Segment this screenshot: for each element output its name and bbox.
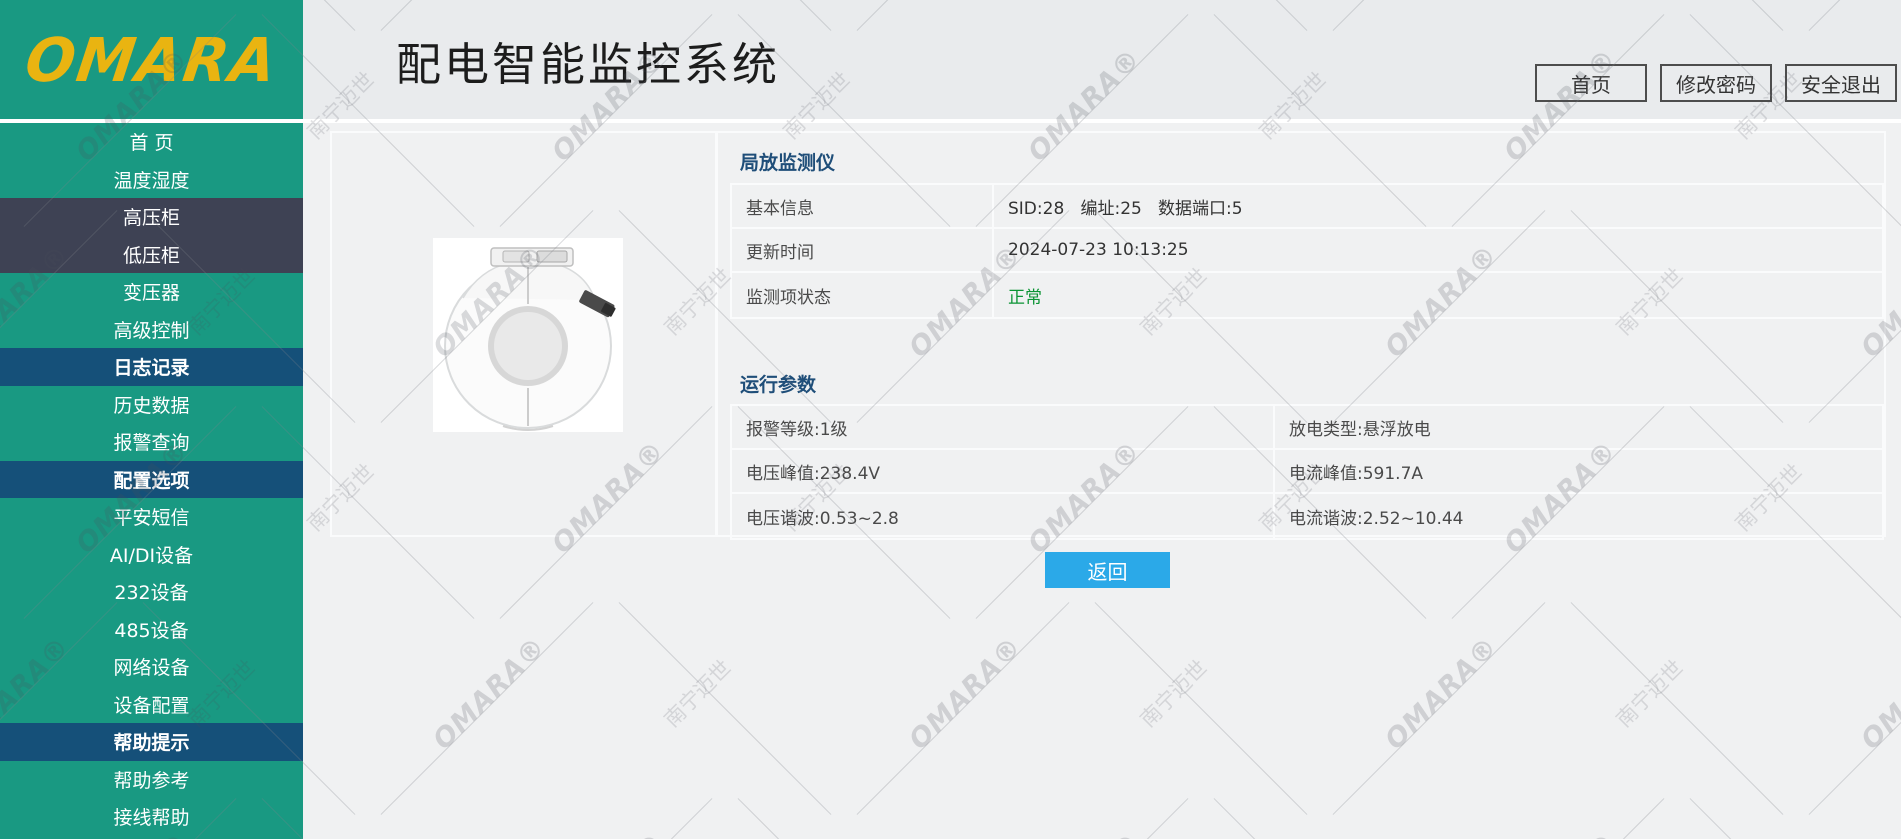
sidebar-item-advanced-control[interactable]: 高级控制 xyxy=(0,311,303,349)
panel-divider xyxy=(715,133,718,535)
sidebar-item-aidi-device[interactable]: AI/DI设备 xyxy=(0,536,303,574)
sidebar-item-temp-humidity[interactable]: 温度湿度 xyxy=(0,161,303,199)
sidebar-section-config[interactable]: 配置选项 xyxy=(0,461,303,499)
change-password-button[interactable]: 修改密码 xyxy=(1660,64,1772,102)
section-title-pd-monitor: 局放监测仪 xyxy=(740,148,835,175)
header-bar: 配电智能监控系统 首页 修改密码 安全退出 xyxy=(303,0,1901,119)
table-row: 报警等级:1级 放电类型:悬浮放电 xyxy=(732,406,1882,450)
row-label: 更新时间 xyxy=(732,229,994,271)
param-cell: 报警等级:1级 xyxy=(732,406,1275,448)
watermark-line xyxy=(738,798,951,839)
logo-text: OMARA xyxy=(21,24,282,95)
sidebar-item-transformer[interactable]: 变压器 xyxy=(0,273,303,311)
table-row: 更新时间 2024-07-23 10:13:25 xyxy=(732,229,1882,273)
watermark-line xyxy=(1095,602,1308,815)
table-row: 电压谐波:0.53~2.8 电流谐波:2.52~10.44 xyxy=(732,494,1882,538)
watermark-line xyxy=(1333,602,1546,815)
param-cell: 电压峰值:238.4V xyxy=(732,450,1275,492)
watermark-line xyxy=(1690,798,1901,839)
watermark-text-brand: OMARA® xyxy=(1855,631,1901,756)
sidebar-item-home[interactable]: 首 页 xyxy=(0,123,303,161)
sidebar-menu: 首 页 温度湿度 高压柜 低压柜 变压器 高级控制 日志记录 历史数据 报警查询… xyxy=(0,123,303,836)
sidebar-section-help[interactable]: 帮助提示 xyxy=(0,723,303,761)
ct-clamp-device-image xyxy=(433,238,623,432)
sidebar-item-hv-cabinet[interactable]: 高压柜 xyxy=(0,198,303,236)
param-cell: 电压谐波:0.53~2.8 xyxy=(732,494,1275,538)
sidebar-item-wiring-help[interactable]: 接线帮助 xyxy=(0,798,303,836)
watermark-text-brand: OMARA® xyxy=(1498,827,1623,839)
sidebar-item-device-config[interactable]: 设备配置 xyxy=(0,686,303,724)
device-detail-panel: 局放监测仪 基本信息 SID:28 编址:25 数据端口:5 更新时间 2024… xyxy=(330,131,1886,537)
status-badge: 正常 xyxy=(994,273,1882,317)
watermark-text-brand: OMARA® xyxy=(1379,631,1504,756)
row-label: 基本信息 xyxy=(732,185,994,227)
watermark-text-cn: 南宁迈世 xyxy=(1133,653,1214,734)
run-params-table: 报警等级:1级 放电类型:悬浮放电 电压峰值:238.4V 电流峰值:591.7… xyxy=(730,404,1884,540)
logo: OMARA xyxy=(0,0,303,119)
page-title: 配电智能监控系统 xyxy=(396,28,780,93)
watermark-text-brand: OMARA® xyxy=(903,631,1028,756)
watermark-line xyxy=(500,798,713,839)
row-value: 2024-07-23 10:13:25 xyxy=(994,229,1882,271)
watermark-line xyxy=(381,602,594,815)
section-title-run-params: 运行参数 xyxy=(740,370,816,397)
sidebar-item-help-reference[interactable]: 帮助参考 xyxy=(0,761,303,799)
home-button[interactable]: 首页 xyxy=(1535,64,1647,102)
table-row: 基本信息 SID:28 编址:25 数据端口:5 xyxy=(732,185,1882,229)
watermark-text-cn: 南宁迈世 xyxy=(1609,653,1690,734)
sidebar: OMARA 首 页 温度湿度 高压柜 低压柜 变压器 高级控制 日志记录 历史数… xyxy=(0,0,303,839)
sidebar-item-alarm-query[interactable]: 报警查询 xyxy=(0,423,303,461)
table-row: 电压峰值:238.4V 电流峰值:591.7A xyxy=(732,450,1882,494)
watermark-line xyxy=(857,602,1070,815)
row-label: 监测项状态 xyxy=(732,273,994,317)
sidebar-item-safety-sms[interactable]: 平安短信 xyxy=(0,498,303,536)
sidebar-item-lv-cabinet[interactable]: 低压柜 xyxy=(0,236,303,274)
watermark-line xyxy=(619,602,832,815)
param-cell: 电流峰值:591.7A xyxy=(1275,450,1882,492)
sidebar-item-232-device[interactable]: 232设备 xyxy=(0,573,303,611)
sidebar-item-network-device[interactable]: 网络设备 xyxy=(0,648,303,686)
watermark-line xyxy=(1452,798,1665,839)
watermark-line xyxy=(976,798,1189,839)
sidebar-item-485-device[interactable]: 485设备 xyxy=(0,611,303,649)
watermark-text-cn: 南宁迈世 xyxy=(657,653,738,734)
watermark-text-brand: OMARA® xyxy=(1022,827,1147,839)
watermark-text-brand: OMARA® xyxy=(427,631,552,756)
sidebar-item-history-data[interactable]: 历史数据 xyxy=(0,386,303,424)
table-row: 监测项状态 正常 xyxy=(732,273,1882,317)
row-value: SID:28 编址:25 数据端口:5 xyxy=(994,185,1882,227)
header-nav: 首页 修改密码 安全退出 xyxy=(1535,64,1897,102)
watermark-line xyxy=(1214,798,1427,839)
sidebar-section-logs[interactable]: 日志记录 xyxy=(0,348,303,386)
safe-logout-button[interactable]: 安全退出 xyxy=(1785,64,1897,102)
back-button[interactable]: 返回 xyxy=(1045,552,1170,588)
watermark-text-brand: OMARA® xyxy=(546,827,671,839)
watermark-line xyxy=(1809,602,1901,815)
device-photo xyxy=(433,238,623,432)
param-cell: 放电类型:悬浮放电 xyxy=(1275,406,1882,448)
header-divider xyxy=(0,119,1901,123)
basic-info-table: 基本信息 SID:28 编址:25 数据端口:5 更新时间 2024-07-23… xyxy=(730,183,1884,319)
param-cell: 电流谐波:2.52~10.44 xyxy=(1275,494,1882,538)
watermark-line xyxy=(1571,602,1784,815)
